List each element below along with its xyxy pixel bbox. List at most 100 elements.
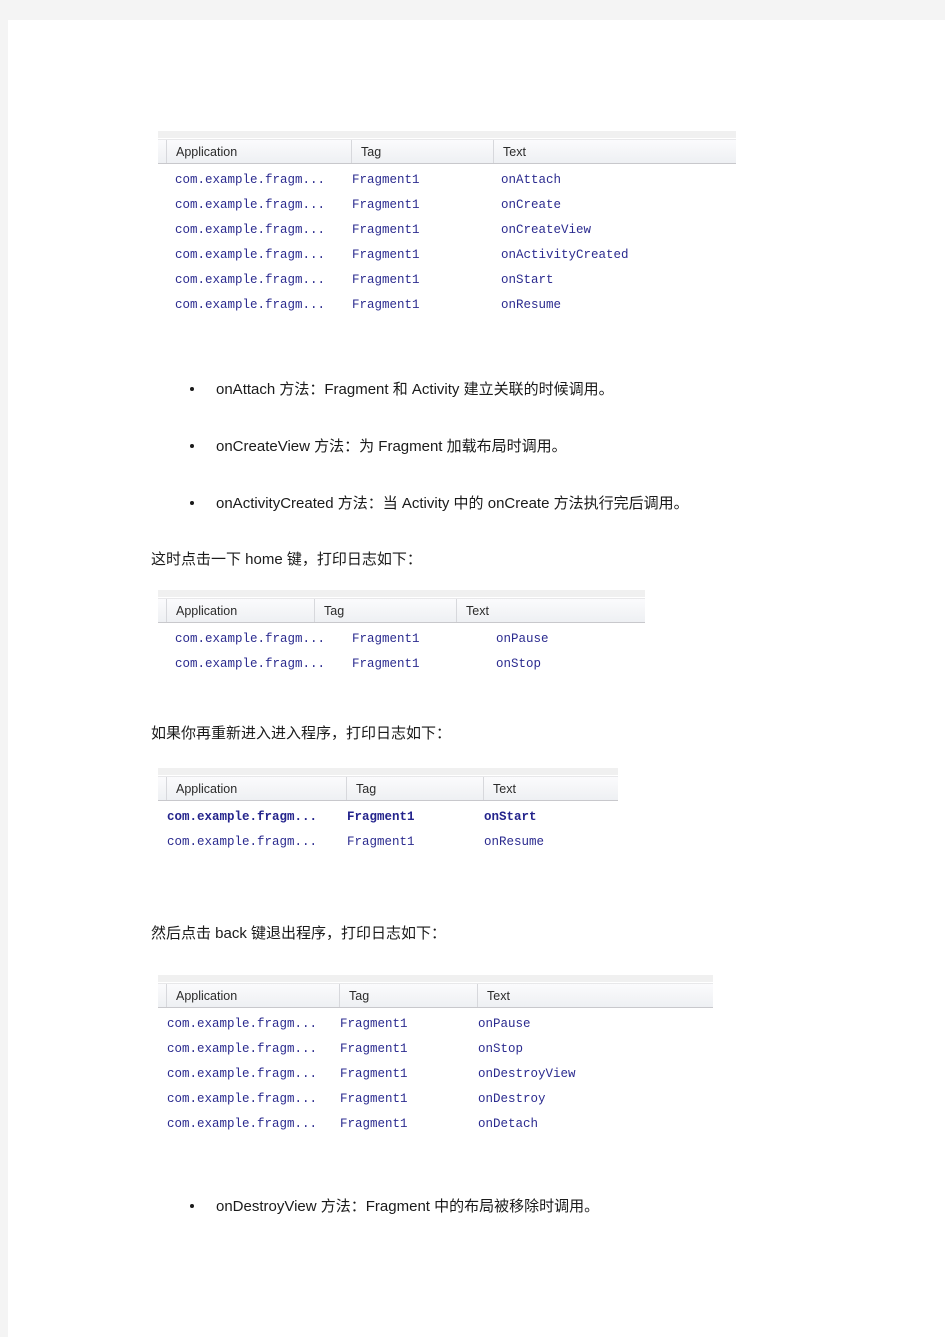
logcat-body: com.example.fragm... Fragment1 onPause c… [158, 623, 645, 680]
list-item: onActivityCreated 方法：当 Activity 中的 onCre… [168, 492, 868, 513]
cell-text: onStart [484, 809, 537, 824]
logcat-table-reenter: Application Tag Text com.example.fragm..… [158, 768, 618, 858]
column-header-application[interactable]: Application [167, 599, 315, 622]
logcat-body: com.example.fragm... Fragment1 onStart c… [158, 801, 618, 858]
table-row[interactable]: com.example.fragm... Fragment1 onStart [158, 267, 736, 292]
cell-text: onActivityCreated [501, 247, 629, 262]
cell-tag: Fragment1 [340, 1041, 408, 1056]
bullet-dot-icon [190, 1203, 194, 1208]
list-item-label: onDestroyView 方法：Fragment 中的布局被移除时调用。 [216, 1198, 600, 1215]
cell-application: com.example.fragm... [175, 272, 326, 287]
cell-tag: Fragment1 [352, 222, 420, 237]
cell-application: com.example.fragm... [167, 1116, 318, 1131]
cell-application: com.example.fragm... [167, 834, 318, 849]
cell-text: onDestroyView [478, 1066, 576, 1081]
logcat-header-row: Application Tag Text [158, 776, 618, 801]
cell-application: com.example.fragm... [175, 222, 326, 237]
logcat-header-gutter [158, 777, 167, 800]
column-header-tag[interactable]: Tag [340, 984, 478, 1007]
cell-text: onAttach [501, 172, 562, 187]
column-header-text[interactable]: Text [494, 140, 736, 163]
table-row[interactable]: com.example.fragm... Fragment1 onAttach [158, 167, 736, 192]
cell-tag: Fragment1 [340, 1066, 408, 1081]
cell-text: onCreateView [501, 222, 592, 237]
column-header-application[interactable]: Application [167, 140, 352, 163]
cell-text: onStop [496, 656, 542, 671]
cell-tag: Fragment1 [352, 297, 420, 312]
table-row[interactable]: com.example.fragm... Fragment1 onResume [158, 829, 618, 854]
table-row[interactable]: com.example.fragm... Fragment1 onCreateV… [158, 217, 736, 242]
cell-tag: Fragment1 [352, 631, 420, 646]
cell-tag: Fragment1 [352, 247, 420, 262]
logcat-table-home-pressed: Application Tag Text com.example.fragm..… [158, 590, 645, 680]
cell-text: onPause [496, 631, 549, 646]
cell-text: onDetach [478, 1116, 539, 1131]
cell-application: com.example.fragm... [175, 656, 326, 671]
list-item: onDestroyView 方法：Fragment 中的布局被移除时调用。 [168, 1195, 868, 1216]
cell-application: com.example.fragm... [167, 1066, 318, 1081]
table-row[interactable]: com.example.fragm... Fragment1 onPause [158, 626, 645, 651]
bullet-dot-icon [190, 443, 194, 448]
cell-application: com.example.fragm... [175, 297, 326, 312]
cell-text: onDestroy [478, 1091, 546, 1106]
cell-tag: Fragment1 [352, 172, 420, 187]
bullet-list-lifecycle-start: onAttach 方法：Fragment 和 Activity 建立关联的时候调… [168, 378, 868, 513]
table-row[interactable]: com.example.fragm... Fragment1 onPause [158, 1011, 713, 1036]
cell-text: onCreate [501, 197, 562, 212]
logcat-header-row: Application Tag Text [158, 983, 713, 1008]
table-row[interactable]: com.example.fragm... Fragment1 onCreate [158, 192, 736, 217]
logcat-toolbar-strip [158, 131, 736, 139]
logcat-header-row: Application Tag Text [158, 598, 645, 623]
logcat-header-row: Application Tag Text [158, 139, 736, 164]
logcat-table-back-pressed: Application Tag Text com.example.fragm..… [158, 975, 713, 1140]
column-header-tag[interactable]: Tag [352, 140, 494, 163]
cell-application: com.example.fragm... [175, 247, 326, 262]
logcat-table-initial-launch: Application Tag Text com.example.fragm..… [158, 131, 736, 321]
cell-tag: Fragment1 [347, 809, 415, 824]
paragraph-reenter: 如果你再重新进入进入程序，打印日志如下： [151, 725, 452, 742]
table-row[interactable]: com.example.fragm... Fragment1 onActivit… [158, 242, 736, 267]
table-row[interactable]: com.example.fragm... Fragment1 onDetach [158, 1111, 713, 1136]
logcat-toolbar-strip [158, 590, 645, 598]
cell-application: com.example.fragm... [167, 1041, 318, 1056]
cell-tag: Fragment1 [340, 1016, 408, 1031]
cell-text: onPause [478, 1016, 531, 1031]
logcat-header-gutter [158, 140, 167, 163]
logcat-body: com.example.fragm... Fragment1 onPause c… [158, 1008, 713, 1140]
column-header-text[interactable]: Text [478, 984, 713, 1007]
document-page: Application Tag Text com.example.fragm..… [8, 20, 945, 1337]
cell-tag: Fragment1 [352, 656, 420, 671]
cell-text: onResume [484, 834, 545, 849]
column-header-application[interactable]: Application [167, 777, 347, 800]
column-header-application[interactable]: Application [167, 984, 340, 1007]
paragraph-home-key: 这时点击一下 home 键，打印日志如下： [151, 551, 422, 568]
logcat-header-gutter [158, 984, 167, 1007]
cell-text: onResume [501, 297, 562, 312]
logcat-header-gutter [158, 599, 167, 622]
cell-text: onStart [501, 272, 554, 287]
cell-application: com.example.fragm... [167, 809, 318, 824]
table-row[interactable]: com.example.fragm... Fragment1 onResume [158, 292, 736, 317]
list-item-label: onAttach 方法：Fragment 和 Activity 建立关联的时候调… [216, 381, 614, 398]
cell-application: com.example.fragm... [175, 172, 326, 187]
table-row[interactable]: com.example.fragm... Fragment1 onDestroy… [158, 1061, 713, 1086]
cell-application: com.example.fragm... [175, 631, 326, 646]
cell-tag: Fragment1 [352, 272, 420, 287]
cell-tag: Fragment1 [340, 1116, 408, 1131]
table-row[interactable]: com.example.fragm... Fragment1 onStart [158, 804, 618, 829]
cell-tag: Fragment1 [347, 834, 415, 849]
cell-text: onStop [478, 1041, 524, 1056]
bullet-dot-icon [190, 500, 194, 505]
list-item-label: onCreateView 方法：为 Fragment 加载布局时调用。 [216, 438, 567, 455]
column-header-tag[interactable]: Tag [315, 599, 457, 622]
column-header-text[interactable]: Text [457, 599, 645, 622]
table-row[interactable]: com.example.fragm... Fragment1 onDestroy [158, 1086, 713, 1111]
cell-application: com.example.fragm... [167, 1016, 318, 1031]
column-header-tag[interactable]: Tag [347, 777, 484, 800]
list-item: onCreateView 方法：为 Fragment 加载布局时调用。 [168, 435, 868, 456]
cell-application: com.example.fragm... [167, 1091, 318, 1106]
logcat-body: com.example.fragm... Fragment1 onAttach … [158, 164, 736, 321]
table-row[interactable]: com.example.fragm... Fragment1 onStop [158, 651, 645, 676]
table-row[interactable]: com.example.fragm... Fragment1 onStop [158, 1036, 713, 1061]
column-header-text[interactable]: Text [484, 777, 618, 800]
